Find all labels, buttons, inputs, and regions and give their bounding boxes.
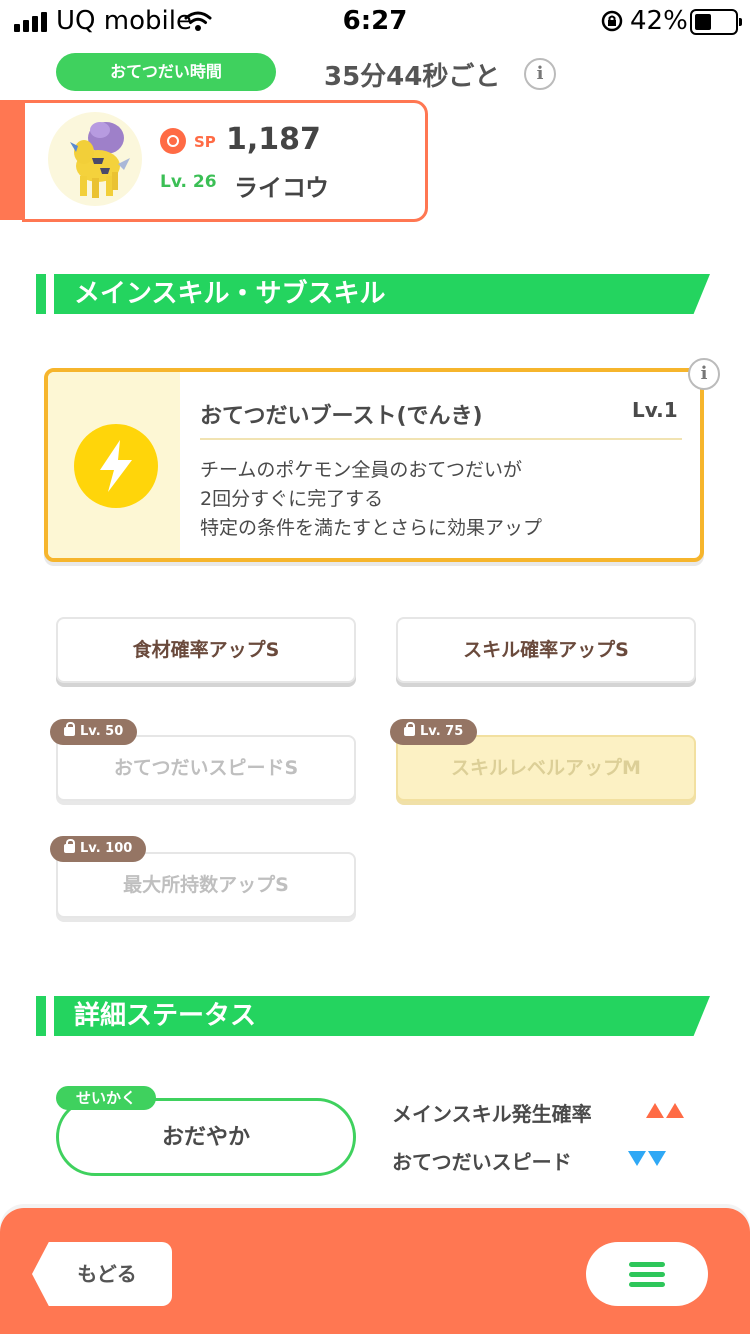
lock-badge: Lv. 50	[50, 719, 138, 745]
section-title-skills: メインスキル・サブスキル	[54, 274, 710, 314]
sub-skill-skill-trigger[interactable]: スキル確率アップS	[396, 617, 696, 683]
main-skill-level: Lv.1	[632, 398, 678, 422]
status-bar: UQ mobile 6:27 42%	[0, 0, 750, 44]
pokemon-avatar	[48, 112, 142, 206]
helper-time-label: おてつだい時間	[56, 53, 276, 91]
info-icon[interactable]: i	[524, 58, 556, 90]
section-marker	[36, 996, 46, 1036]
skill-icon-panel	[48, 372, 180, 558]
lightning-bolt-icon	[74, 424, 158, 508]
nature-effect-label: おてつだいスピード	[392, 1150, 572, 1174]
nature-tag: せいかく	[56, 1086, 157, 1110]
battery-percent: 42%	[630, 6, 688, 36]
section-title-details: 詳細ステータス	[54, 996, 710, 1036]
section-marker	[36, 274, 46, 314]
nature-effect-label: メインスキル発生確率	[392, 1102, 592, 1126]
helper-time-value: 35分44秒ごと	[324, 62, 501, 92]
pokemon-name: ライコウ	[234, 174, 330, 202]
increase-arrows-icon	[646, 1103, 684, 1118]
lock-badge: Lv. 100	[50, 836, 147, 862]
main-skill-description: チームのポケモン全員のおてつだいが 2回分すぐに完了する 特定の条件を満たすとさ…	[200, 459, 543, 539]
main-skill-name: おてつだいブースト(でんき)	[200, 404, 483, 429]
battery-icon	[690, 9, 742, 35]
hamburger-menu-icon[interactable]	[586, 1242, 708, 1306]
skill-info-icon[interactable]: i	[688, 358, 720, 390]
pokemon-level: Lv. 26	[160, 172, 217, 192]
rotation-lock-icon	[601, 10, 623, 32]
sp-value: 1,187	[226, 122, 321, 157]
sp-label: SP	[194, 133, 216, 151]
back-button[interactable]: もどる	[32, 1242, 172, 1306]
sub-skill-ingredient-finder[interactable]: 食材確率アップS	[56, 617, 356, 683]
lock-badge: Lv. 75	[390, 719, 478, 745]
sp-icon	[160, 128, 186, 154]
decrease-arrows-icon	[628, 1151, 666, 1166]
divider	[200, 438, 682, 440]
